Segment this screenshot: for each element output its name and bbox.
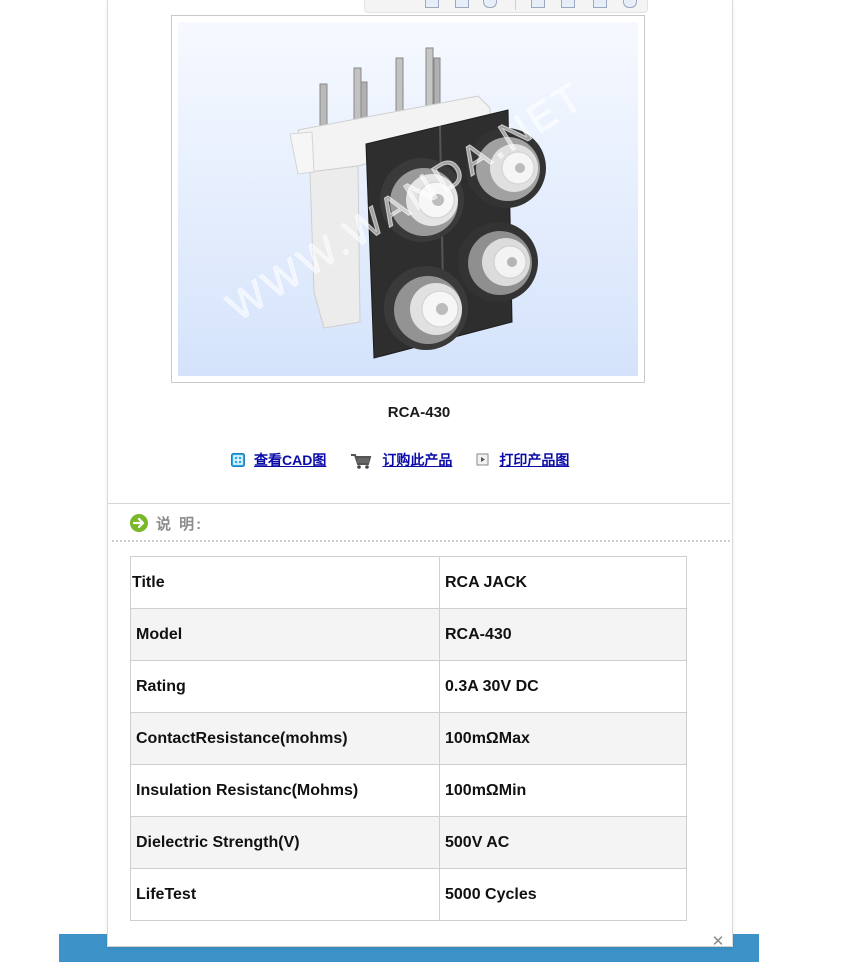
arrow-right-icon <box>130 514 148 532</box>
spec-value: 100mΩMin <box>439 764 687 817</box>
spec-value: 0.3A 30V DC <box>439 660 687 713</box>
description-section-header: 说 明: <box>130 512 203 534</box>
toolbar-doc-icon[interactable] <box>425 0 439 8</box>
spec-key: Insulation Resistanc(Mohms) <box>130 764 440 817</box>
toolbar-user-icon[interactable] <box>561 0 575 8</box>
spec-key: Model <box>130 608 440 661</box>
spec-key: ContactResistance(mohms) <box>130 712 440 765</box>
cart-icon <box>350 453 372 469</box>
toolbar-save-icon[interactable] <box>531 0 545 8</box>
product-image-frame: WWW.WANDA.NET <box>171 15 645 383</box>
table-row: LifeTest 5000 Cycles <box>130 868 687 921</box>
spec-key: Dielectric Strength(V) <box>130 816 440 869</box>
spec-value: 500V AC <box>439 816 687 869</box>
spec-key: Rating <box>130 660 440 713</box>
print-product-link[interactable]: 打印产品图 <box>499 450 569 470</box>
table-row: Insulation Resistanc(Mohms) 100mΩMin <box>130 764 687 817</box>
product-model-caption: RCA-430 <box>387 404 451 421</box>
spec-key: LifeTest <box>130 868 440 921</box>
toolbar-separator <box>515 0 516 10</box>
spec-value: 100mΩMax <box>439 712 687 765</box>
view-cad-link[interactable]: 查看CAD图 <box>254 450 326 470</box>
rca-jack-illustration: WWW.WANDA.NET <box>219 47 593 359</box>
close-icon[interactable]: ✕ <box>710 934 726 949</box>
table-row: ContactResistance(mohms) 100mΩMax <box>130 712 687 765</box>
toolbar-copy-icon[interactable] <box>593 0 607 8</box>
table-row: Rating 0.3A 30V DC <box>130 660 687 713</box>
product-image: WWW.WANDA.NET <box>178 22 638 376</box>
section-title: 说 明: <box>156 515 204 533</box>
table-row: Dielectric Strength(V) 500V AC <box>130 816 687 869</box>
order-product-link[interactable]: 订购此产品 <box>382 450 452 470</box>
spec-value: RCA JACK <box>439 556 687 609</box>
spec-table: Title RCA JACK Model RCA-430 Rating 0.3A… <box>130 556 687 921</box>
table-row: Model RCA-430 <box>130 608 687 661</box>
table-row: Title RCA JACK <box>130 556 687 609</box>
print-icon <box>476 453 490 467</box>
spec-value: 5000 Cycles <box>439 868 687 921</box>
product-action-links: 查看CAD图 订购此产品 打印产品图 <box>231 450 593 470</box>
spec-key: Title <box>130 556 440 609</box>
cad-view-icon <box>231 453 245 467</box>
section-divider <box>108 503 730 504</box>
toolbar-shield-icon[interactable] <box>623 0 637 8</box>
dotted-divider <box>112 540 730 542</box>
spec-value: RCA-430 <box>439 608 687 661</box>
toolbar-globe-icon[interactable] <box>483 0 497 8</box>
top-toolbar <box>364 0 648 13</box>
toolbar-pen-icon[interactable] <box>455 0 469 8</box>
